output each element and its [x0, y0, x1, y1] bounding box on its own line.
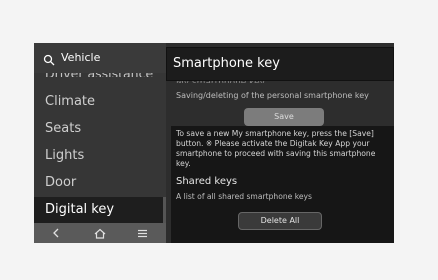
sidebar-item-door[interactable]: Door	[34, 170, 166, 196]
sidebar-title: Vehicle	[61, 51, 101, 64]
save-button[interactable]: Save	[244, 108, 324, 126]
shared-keys-description: A list of all shared smartphone keys	[176, 192, 313, 201]
delete-all-button[interactable]: Delete All	[238, 212, 322, 230]
sidebar-item-climate[interactable]: Climate	[34, 89, 166, 115]
shared-keys-title: Shared keys	[176, 176, 238, 187]
sidebar: Vehicle Driver assistance Climate Seats …	[34, 43, 166, 243]
info-popup: To save a new My smartphone key, press t…	[171, 126, 394, 243]
vehicle-settings-screen: Vehicle Driver assistance Climate Seats …	[34, 43, 394, 243]
sidebar-item-seats[interactable]: Seats	[34, 116, 166, 142]
sidebar-nav-bar	[34, 223, 166, 243]
home-icon[interactable]	[90, 225, 110, 241]
sidebar-header[interactable]: Vehicle	[34, 43, 166, 73]
panel-header: Smartphone key	[166, 47, 394, 81]
sidebar-item-digital-key[interactable]: Digital key	[34, 197, 166, 223]
my-smartphone-key-description: Saving/deleting of the personal smartpho…	[176, 91, 369, 100]
sidebar-item-lights[interactable]: Lights	[34, 143, 166, 169]
back-icon[interactable]	[46, 225, 66, 241]
page-title: Smartphone key	[173, 56, 280, 71]
search-icon[interactable]	[43, 51, 55, 66]
menu-icon[interactable]	[132, 225, 152, 241]
save-instructions-text: To save a new My smartphone key, press t…	[176, 129, 376, 168]
